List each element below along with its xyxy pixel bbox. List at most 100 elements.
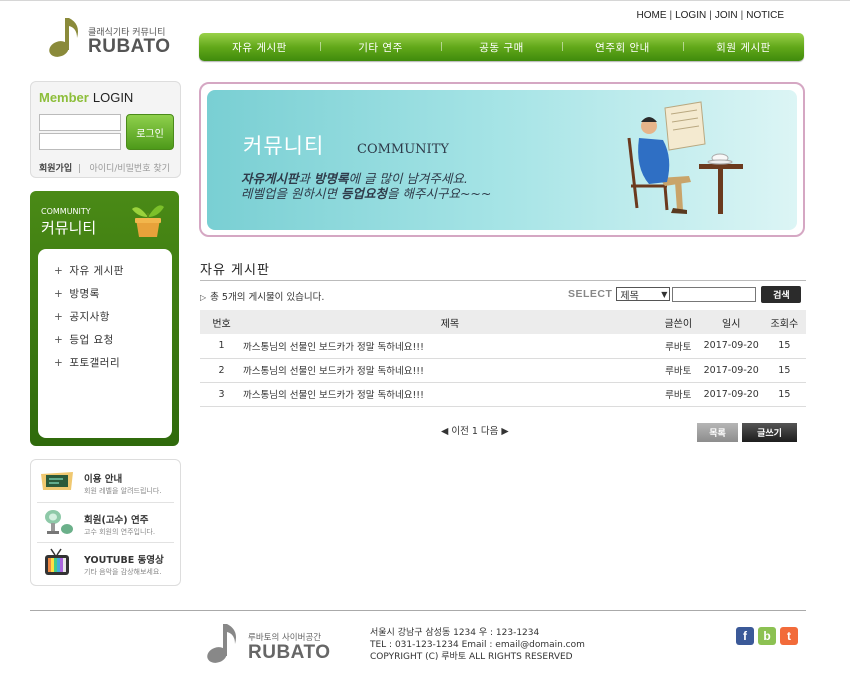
social-links: f b t xyxy=(736,627,798,645)
row-number: 1 xyxy=(200,334,244,359)
separator: | xyxy=(709,10,712,21)
facebook-icon[interactable]: f xyxy=(736,627,754,645)
post-count-text: 총 5개의 게시물이 있습니다. xyxy=(210,292,325,303)
row-views: 15 xyxy=(762,358,806,383)
post-count: ▷ 총 5개의 게시물이 있습니다. xyxy=(200,289,324,303)
info-youtube-sub: 기타 음악을 감상해보세요. xyxy=(84,568,162,576)
community-item-free-board[interactable]: 자유 게시판 xyxy=(54,263,124,286)
footer-name: RUBATO xyxy=(248,642,331,663)
community-menu: 자유 게시판 방명록 공지사항 등업 요청 포토갤러리 xyxy=(54,263,124,378)
row-views: 15 xyxy=(762,334,806,359)
row-date: 2017-09-20 xyxy=(699,334,763,359)
table-header: 번호 제목 글쓴이 일시 조회수 xyxy=(200,310,806,334)
col-date: 일시 xyxy=(699,310,763,334)
banner-line-2: 레벨업을 원하시면 등업요청을 해주시구요~~~ xyxy=(241,186,492,201)
info-guide[interactable]: 이용 안내 회원 레벨을 알려드립니다. xyxy=(37,462,174,502)
login-button[interactable]: 로그인 xyxy=(126,114,174,150)
login-links: 회원가입 | 아이디/비밀번호 찾기 xyxy=(39,161,170,174)
footer-divider xyxy=(30,610,806,611)
board-title: 자유 게시판 xyxy=(200,263,270,278)
row-number: 2 xyxy=(200,358,244,383)
community-title-en: COMMUNITY xyxy=(41,207,91,216)
util-join-link[interactable]: JOIN xyxy=(715,10,738,21)
col-author: 글쓴이 xyxy=(656,310,700,334)
id-input[interactable] xyxy=(39,114,121,131)
find-account-link[interactable]: 아이디/비밀번호 찾기 xyxy=(90,164,170,174)
music-note-icon xyxy=(49,18,78,57)
row-title-link[interactable]: 까스통님의 선물인 보드카가 정말 독하네요!!! xyxy=(243,334,657,359)
board-table: 번호 제목 글쓴이 일시 조회수 1 까스통님의 선물인 보드카가 정말 독하네… xyxy=(200,310,806,407)
footer-address: 서울시 강남구 삼성동 1234 우 : 123-1234 xyxy=(370,628,540,638)
col-title: 제목 xyxy=(243,310,657,334)
blog-icon[interactable]: b xyxy=(758,627,776,645)
row-number: 3 xyxy=(200,382,244,407)
logo-name: RUBATO xyxy=(88,36,171,57)
community-sidebar: COMMUNITY 커뮤니티 자유 게시판 방명록 공지사항 등업 요청 포토갤… xyxy=(30,191,179,446)
footer-contact: TEL : 031-123-1234 Email : email@domain.… xyxy=(370,640,585,650)
util-notice-link[interactable]: NOTICE xyxy=(746,10,784,21)
info-youtube-title: YOUTUBE 동영상 xyxy=(84,555,164,566)
plant-pot-icon xyxy=(132,205,164,237)
col-number: 번호 xyxy=(200,310,244,334)
row-date: 2017-09-20 xyxy=(699,382,763,407)
table-row[interactable]: 2 까스통님의 선물인 보드카가 정말 독하네요!!! 루바토 2017-09-… xyxy=(200,358,806,383)
login-title: Member LOGIN xyxy=(39,90,133,105)
info-guide-sub: 회원 레벨을 알려드립니다. xyxy=(84,487,162,495)
login-title-text: LOGIN xyxy=(92,90,134,105)
search-field-select[interactable]: 제목 ▼ xyxy=(616,287,671,302)
search-bar: SELECT 제목 ▼ 검색 xyxy=(568,285,802,303)
pagination[interactable]: ◀ 이전 1 다음 ▶ xyxy=(441,423,509,437)
row-title-link[interactable]: 까스통님의 선물인 보드카가 정말 독하네요!!! xyxy=(243,382,657,407)
row-date: 2017-09-20 xyxy=(699,358,763,383)
banner-background: 커뮤니티 COMMUNITY 자유게시판과 방명록에 글 많이 남겨주세요. 레… xyxy=(207,90,797,230)
footer-copyright: COPYRIGHT (C) 루바토 ALL RIGHTS RESERVED xyxy=(370,652,573,662)
search-input[interactable] xyxy=(672,286,757,302)
list-button[interactable]: 목록 xyxy=(697,423,738,442)
tv-icon xyxy=(45,548,69,575)
util-login-link[interactable]: LOGIN xyxy=(675,10,706,21)
row-author: 루바토 xyxy=(656,358,700,383)
table-row[interactable]: 3 까스통님의 선물인 보드카가 정말 독하네요!!! 루바토 2017-09-… xyxy=(200,382,806,407)
triangle-right-icon: ▷ xyxy=(200,293,207,302)
info-master-play[interactable]: 회원(고수) 연주 고수 회원의 연주입니다. xyxy=(37,502,174,542)
separator: | xyxy=(75,164,87,174)
nav-member-board[interactable]: 회원 게시판 xyxy=(683,40,804,55)
info-master-play-title: 회원(고수) 연주 xyxy=(84,515,149,526)
col-views: 조회수 xyxy=(762,310,806,334)
twitter-icon[interactable]: t xyxy=(780,627,798,645)
nav-concert-info[interactable]: 연주회 안내 xyxy=(562,40,683,55)
util-home-link[interactable]: HOME xyxy=(636,10,666,21)
info-youtube[interactable]: YOUTUBE 동영상 기타 음악을 감상해보세요. xyxy=(37,542,174,582)
search-label: SELECT xyxy=(568,288,613,300)
row-author: 루바토 xyxy=(656,334,700,359)
nav-guitar-play[interactable]: 기타 연주 xyxy=(320,40,441,55)
join-link[interactable]: 회원가입 xyxy=(39,164,72,174)
community-item-photo-gallery[interactable]: 포토갤러리 xyxy=(54,355,124,378)
site-logo[interactable]: 클래식기타 커뮤니티 RUBATO xyxy=(47,14,177,60)
nav-free-board[interactable]: 자유 게시판 xyxy=(199,40,320,55)
search-field-value: 제목 xyxy=(620,290,639,302)
community-banner: 커뮤니티 COMMUNITY 자유게시판과 방명록에 글 많이 남겨주세요. 레… xyxy=(199,82,805,237)
board-title-divider xyxy=(200,280,806,281)
table-row[interactable]: 1 까스통님의 선물인 보드카가 정말 독하네요!!! 루바토 2017-09-… xyxy=(200,334,806,359)
search-button[interactable]: 검색 xyxy=(761,285,802,303)
music-note-icon xyxy=(207,624,236,663)
row-title-link[interactable]: 까스통님의 선물인 보드카가 정말 독하네요!!! xyxy=(243,358,657,383)
password-input[interactable] xyxy=(39,133,121,150)
login-title-accent: Member xyxy=(39,90,89,105)
write-button[interactable]: 글쓰기 xyxy=(742,423,797,442)
separator: | xyxy=(740,10,744,21)
footer-info: 서울시 강남구 삼성동 1234 우 : 123-1234 TEL : 031-… xyxy=(370,627,585,663)
community-item-guestbook[interactable]: 방명록 xyxy=(54,286,124,309)
reading-man-illustration xyxy=(627,101,743,214)
community-item-level-request[interactable]: 등업 요청 xyxy=(54,332,124,355)
chevron-down-icon: ▼ xyxy=(661,289,668,299)
info-box: 이용 안내 회원 레벨을 알려드립니다. 회원(고수) 연주 고수 회원의 연주… xyxy=(30,459,181,586)
info-guide-title: 이용 안내 xyxy=(84,474,123,485)
community-item-notice[interactable]: 공지사항 xyxy=(54,309,124,332)
separator: | xyxy=(669,10,673,21)
community-title-ko: 커뮤니티 xyxy=(41,219,97,237)
chalkboard-icon xyxy=(41,472,73,490)
nav-group-buy[interactable]: 공동 구매 xyxy=(441,40,562,55)
utility-nav: HOME | LOGIN | JOIN | NOTICE xyxy=(636,10,784,21)
